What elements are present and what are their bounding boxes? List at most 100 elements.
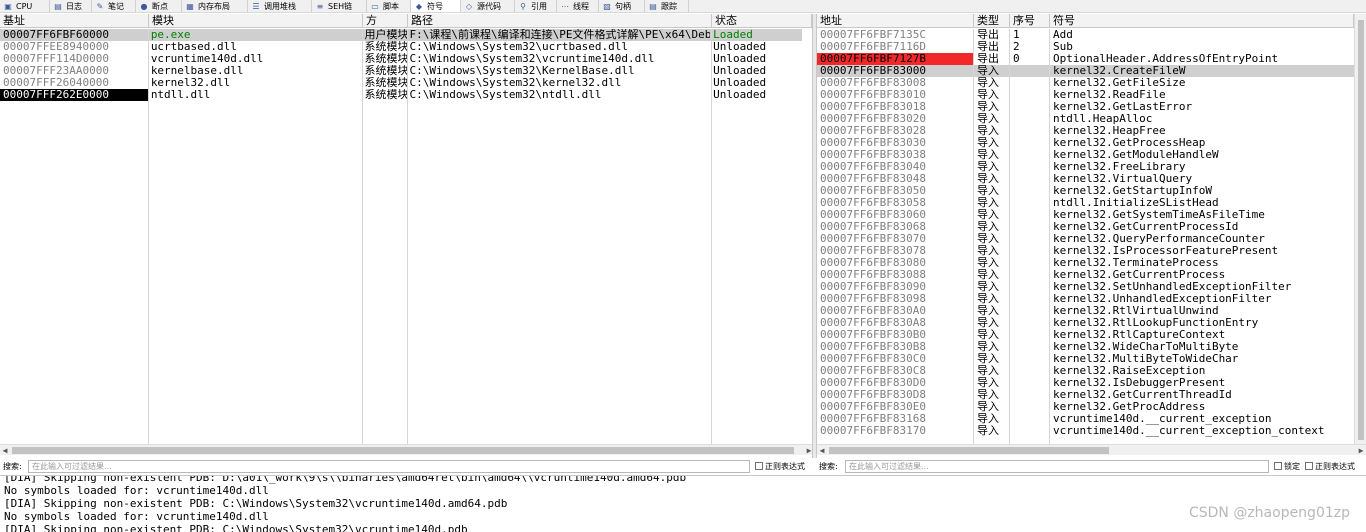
module-row[interactable]: 00007FFEE8940000 ucrtbased.dll 系统模块 C:\Wind…: [0, 41, 802, 53]
symbol-address: 00007FF6FBF83090: [820, 281, 926, 293]
symbol-row[interactable]: 00007FF6FBF83008 导入 kernel32.GetFileSize: [817, 77, 1354, 89]
symbol-ordinal: [1010, 89, 1050, 101]
symbol-row[interactable]: 00007FF6FBF830B8 导入 kernel32.WideCharToMul…: [817, 341, 1354, 353]
modules-horizontal-scrollbar[interactable]: ◀ ▶: [0, 444, 814, 455]
symbol-row[interactable]: 00007FF6FBF83070 导入 kernel32.QueryPerforma…: [817, 233, 1354, 245]
symbol-row[interactable]: 00007FF6FBF83078 导入 kernel32.IsProcessorFe…: [817, 245, 1354, 257]
symbols-scroll-thumb[interactable]: [1358, 20, 1364, 440]
module-row[interactable]: 00007FFF114D0000 vcruntime140d.dll 系统模块 C:\…: [0, 53, 802, 65]
symbols-col-header[interactable]: 类型: [974, 14, 1010, 28]
symbol-row[interactable]: 00007FF6FBF83048 导入 kernel32.VirtualQuery: [817, 173, 1354, 185]
module-row[interactable]: 00007FF6FBF60000 pe.exe 用户模块 F:\课程\前课程\编译和连…: [0, 29, 802, 41]
symbols-col-header[interactable]: 序号: [1010, 14, 1050, 28]
symbol-row[interactable]: 00007FF6FBF83050 导入 kernel32.GetStartupInf…: [817, 185, 1354, 197]
tab-script[interactable]: ▭ 脚本: [367, 0, 411, 12]
tab-references[interactable]: ⚲ 引用: [515, 0, 557, 12]
symbol-type: 导入: [977, 353, 999, 365]
tab-threads[interactable]: ⋯ 线程: [557, 0, 599, 12]
module-row[interactable]: 00007FFF262E0000 ntdll.dll 系统模块 C:\Windows\…: [0, 89, 802, 101]
tab-memory-map[interactable]: ▦ 内存布局: [182, 0, 248, 12]
symbol-row[interactable]: 00007FF6FBF830C0 导入 kernel32.MultiByteToWi…: [817, 353, 1354, 365]
symbol-row[interactable]: 00007FF6FBF83088 导入 kernel32.GetCurrentPro…: [817, 269, 1354, 281]
symbol-row[interactable]: 00007FF6FBF83000 导入 kernel32.CreateFileW: [817, 65, 1354, 77]
symbol-type: 导入: [977, 413, 999, 425]
symbol-ordinal: [1010, 101, 1050, 113]
symbol-row[interactable]: 00007FF6FBF830C8 导入 kernel32.RaiseExceptio…: [817, 365, 1354, 377]
symbol-row[interactable]: 00007FF6FBF830A8 导入 kernel32.RtlLookupFunc…: [817, 317, 1354, 329]
symbol-row[interactable]: 00007FF6FBF83080 导入 kernel32.TerminateProc…: [817, 257, 1354, 269]
modules-col-header[interactable]: 路径: [408, 14, 712, 28]
tab-handles[interactable]: ▧ 句柄: [599, 0, 645, 12]
symbol-row[interactable]: 00007FF6FBF7135C 导出 1 Add: [817, 29, 1354, 41]
symbol-row[interactable]: 00007FF6FBF83060 导入 kernel32.GetSystemTime…: [817, 209, 1354, 221]
symbols-vertical-scrollbar[interactable]: [1354, 14, 1366, 444]
symbol-row[interactable]: 00007FF6FBF83010 导入 kernel32.ReadFile: [817, 89, 1354, 101]
tab-cpu[interactable]: ▣ CPU: [0, 0, 50, 12]
search-label: 搜索:: [819, 461, 838, 471]
symbol-type: 导入: [977, 125, 999, 137]
module-party: 系统模块: [364, 65, 407, 77]
tab-breakpoint[interactable]: ● 断点: [136, 0, 182, 12]
log-line: [DIA] Skipping non-existent PDB: C:\Wind…: [4, 523, 468, 532]
tab-symbols[interactable]: ◆ 符号: [411, 0, 461, 12]
tab-trace[interactable]: ▤ 跟踪: [645, 0, 689, 12]
tab-label: 脚本: [383, 1, 399, 11]
tab-call-stack[interactable]: ☰ 调用堆栈: [248, 0, 312, 12]
modules-col-header[interactable]: 模块: [149, 14, 363, 28]
symbol-name: kernel32.VirtualQuery: [1053, 173, 1193, 185]
symbol-row[interactable]: 00007FF6FBF83098 导入 kernel32.UnhandledExce…: [817, 293, 1354, 305]
symbols-col-divider: [1009, 29, 1010, 444]
module-status: Loaded: [713, 29, 753, 41]
symbol-row[interactable]: 00007FF6FBF83018 导入 kernel32.GetLastError: [817, 101, 1354, 113]
symbol-ordinal: [1010, 317, 1050, 329]
symbol-row[interactable]: 00007FF6FBF830D8 导入 kernel32.GetCurrentThr…: [817, 389, 1354, 401]
module-name: ucrtbased.dll: [150, 41, 237, 53]
symbol-row[interactable]: 00007FF6FBF83038 导入 kernel32.GetModuleHand…: [817, 149, 1354, 161]
module-name: ntdll.dll: [150, 89, 211, 101]
symbols-scroll-thumb-h[interactable]: [829, 447, 1109, 454]
symbol-ordinal: [1010, 197, 1050, 209]
symbols-horizontal-scrollbar[interactable]: ◀ ▶: [817, 444, 1366, 455]
module-row[interactable]: 00007FFF26040000 kernel32.dll 系统模块 C:\Windo…: [0, 77, 802, 89]
symbol-row[interactable]: 00007FF6FBF830B0 导入 kernel32.RtlCaptureCon…: [817, 329, 1354, 341]
tab-source[interactable]: ◇ 源代码: [461, 0, 515, 12]
symbol-row[interactable]: 00007FF6FBF83170 导入 vcruntime140d.__curren…: [817, 425, 1354, 437]
symbol-name: kernel32.GetCurrentProcess: [1053, 269, 1226, 281]
modules-col-header[interactable]: 方: [363, 14, 408, 28]
module-row[interactable]: 00007FFF23AA0000 kernelbase.dll 系统模块 C:\Win…: [0, 65, 802, 77]
modules-col-header[interactable]: 状态: [712, 14, 812, 28]
symbol-row[interactable]: 00007FF6FBF830A0 导入 kernel32.RtlVirtualUnw…: [817, 305, 1354, 317]
symbol-row[interactable]: 00007FF6FBF7116D 导出 2 Sub: [817, 41, 1354, 53]
lock-checkbox[interactable]: [1274, 462, 1282, 470]
scroll-right-icon[interactable]: ▶: [1356, 445, 1366, 456]
tab-log[interactable]: ▤ 日志: [50, 0, 92, 12]
symbols-regex-checkbox[interactable]: [1305, 462, 1313, 470]
symbol-row[interactable]: 00007FF6FBF830D0 导入 kernel32.IsDebuggerPre…: [817, 377, 1354, 389]
modules-col-header[interactable]: 基址: [0, 14, 149, 28]
symbols-col-header[interactable]: 地址: [817, 14, 974, 28]
scroll-left-icon[interactable]: ◀: [0, 445, 10, 456]
symbol-row[interactable]: 00007FF6FBF83058 导入 ntdll.InitializeSListH…: [817, 197, 1354, 209]
symbol-address: 00007FF6FBF83098: [820, 293, 926, 305]
symbol-row[interactable]: 00007FF6FBF83090 导入 kernel32.SetUnhandledE…: [817, 281, 1354, 293]
modules-scroll-thumb[interactable]: [12, 447, 794, 454]
symbol-row[interactable]: 00007FF6FBF83020 导入 ntdll.HeapAlloc: [817, 113, 1354, 125]
modules-search-input[interactable]: 在此输入可过滤结果...: [28, 459, 750, 473]
symbol-row[interactable]: 00007FF6FBF83040 导入 kernel32.FreeLibrary: [817, 161, 1354, 173]
modules-regex-checkbox[interactable]: [755, 462, 763, 470]
symbol-row[interactable]: 00007FF6FBF83028 导入 kernel32.HeapFree: [817, 125, 1354, 137]
symbols-col-header[interactable]: 符号: [1050, 14, 1354, 28]
symbol-address: 00007FF6FBF83058: [820, 197, 926, 209]
tab-notes[interactable]: ✎ 笔记: [92, 0, 136, 12]
symbol-row[interactable]: 00007FF6FBF83168 导入 vcruntime140d.__curren…: [817, 413, 1354, 425]
tab-seh[interactable]: ≡ SEH链: [312, 0, 367, 12]
symbol-row[interactable]: 00007FF6FBF83068 导入 kernel32.GetCurrentPro…: [817, 221, 1354, 233]
symbol-ordinal: [1010, 137, 1050, 149]
symbol-row[interactable]: 00007FF6FBF7127B 导出 0 OptionalHeader.Addres…: [817, 53, 1354, 65]
symbol-address: 00007FF6FBF830E0: [820, 401, 926, 413]
symbol-row[interactable]: 00007FF6FBF830E0 导入 kernel32.GetProcAddres…: [817, 401, 1354, 413]
symbol-row[interactable]: 00007FF6FBF83030 导入 kernel32.GetProcessHea…: [817, 137, 1354, 149]
lock-label: 锁定: [1284, 461, 1300, 471]
symbols-search-input[interactable]: 在此输入可过滤结果...: [845, 459, 1269, 473]
scroll-left-icon[interactable]: ◀: [817, 445, 827, 456]
